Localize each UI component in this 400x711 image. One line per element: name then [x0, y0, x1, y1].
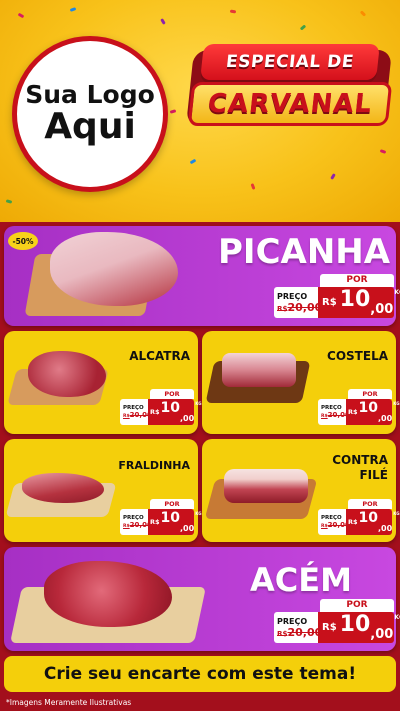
old-price-currency: R$	[123, 414, 130, 419]
product-name: COSTELA	[327, 349, 388, 363]
price-integer: 10	[358, 400, 379, 416]
confetti	[379, 149, 387, 154]
product-card-contra-file[interactable]: CONTRA FILÉ POR PREÇO R$20,00 R$ 10 ,00 …	[202, 439, 400, 542]
discount-badge: -50%	[8, 232, 38, 250]
price-integer: 10	[160, 510, 181, 526]
price-tag: POR PREÇO R$20,00 R$ 10 ,00 KG	[274, 599, 400, 643]
price-integer: 10	[160, 400, 181, 416]
unit-label: KG	[394, 614, 400, 621]
old-price-currency: R$	[123, 524, 130, 529]
por-label: POR	[348, 389, 392, 399]
price-integer: 10	[339, 612, 371, 637]
price-tag: POR PREÇO R$20,00 R$ 10 ,00 KG	[120, 499, 202, 535]
old-price: R$20,00	[123, 411, 152, 419]
disclaimer-footnote: *Imagens Meramente Ilustrativas	[6, 698, 132, 707]
price-decimal: ,00	[378, 414, 393, 423]
unit-label: KG	[393, 511, 400, 516]
badge-top-text: ESPECIAL DE	[225, 52, 355, 72]
badge-top: ESPECIAL DE	[200, 44, 380, 80]
product-name-block: CONTRA FILÉ	[332, 453, 388, 483]
old-price: R$20,00	[321, 521, 350, 529]
product-name: FRALDINHA	[118, 459, 190, 472]
product-name: ACÉM	[250, 561, 352, 599]
product-card-acem[interactable]: ACÉM POR PREÇO R$20,00 R$ 10 ,00 KG	[4, 547, 400, 651]
confetti	[189, 158, 197, 165]
price-integer: 10	[358, 510, 379, 526]
por-label: POR	[150, 499, 194, 509]
price-tag: POR PREÇO R$20,00 R$ 10 ,00 KG	[274, 274, 400, 318]
confetti	[5, 199, 13, 204]
product-name-line2: FILÉ	[359, 468, 388, 482]
confetti	[330, 173, 336, 180]
confetti	[69, 7, 77, 12]
currency-symbol: R$	[322, 622, 337, 633]
unit-label: KG	[394, 289, 400, 296]
cta-text: Crie seu encarte com este tema!	[43, 664, 357, 684]
por-label: POR	[348, 499, 392, 509]
price-decimal: ,00	[378, 524, 393, 533]
currency-symbol: R$	[150, 518, 160, 526]
product-card-picanha[interactable]: PICANHA POR PREÇO R$20,00 R$ 10 ,00 KG	[4, 226, 400, 326]
fraldinha-meat-image	[22, 473, 104, 503]
confetti	[299, 24, 307, 31]
confetti	[17, 12, 25, 19]
unit-label: KG	[195, 511, 202, 516]
logo-placeholder: Sua Logo Aqui	[12, 36, 168, 192]
preco-label: PREÇO	[277, 616, 308, 626]
currency-symbol: R$	[348, 408, 358, 416]
acem-meat-image	[44, 561, 172, 627]
por-label: POR	[320, 599, 394, 612]
old-price: R$20,00	[123, 521, 152, 529]
costela-meat-image	[222, 353, 296, 387]
old-price-currency: R$	[321, 414, 328, 419]
product-card-fraldinha[interactable]: FRALDINHA POR PREÇO R$20,00 R$ 10 ,00 KG	[4, 439, 202, 542]
cta-banner[interactable]: Crie seu encarte com este tema!	[4, 656, 396, 692]
product-card-costela[interactable]: COSTELA POR PREÇO R$20,00 R$ 10 ,00 KG	[202, 331, 400, 434]
price-tag: POR PREÇO R$20,00 R$ 10 ,00 KG	[120, 389, 202, 425]
price-decimal: ,00	[370, 627, 394, 642]
unit-label: KG	[195, 401, 202, 406]
currency-symbol: R$	[348, 518, 358, 526]
price-decimal: ,00	[180, 524, 195, 533]
badge-bottom: CARVANAL	[187, 82, 393, 126]
por-label: POR	[150, 389, 194, 399]
contra-file-meat-image	[224, 469, 308, 503]
header-banner: Sua Logo Aqui ESPECIAL DE CARVANAL	[0, 0, 400, 222]
currency-symbol: R$	[322, 297, 337, 308]
confetti	[160, 18, 166, 25]
price-tag: POR PREÇO R$20,00 R$ 10 ,00 KG	[318, 389, 400, 425]
logo-text-line1: Sua Logo	[25, 79, 155, 109]
product-name: PICANHA	[218, 232, 391, 272]
product-name: ALCATRA	[129, 349, 190, 363]
product-card-alcatra[interactable]: ALCATRA POR PREÇO R$20,00 R$ 10 ,00 KG	[4, 331, 202, 434]
logo-text-line2: Aqui	[44, 106, 136, 148]
confetti	[359, 10, 367, 17]
preco-label: PREÇO	[277, 291, 308, 301]
price-decimal: ,00	[180, 414, 195, 423]
por-label: POR	[320, 274, 394, 287]
old-price: R$20,00	[277, 626, 322, 639]
old-price-currency: R$	[277, 628, 288, 638]
old-price: R$20,00	[277, 301, 322, 314]
currency-symbol: R$	[150, 408, 160, 416]
old-price: R$20,00	[321, 411, 350, 419]
badge-bottom-text: CARVANAL	[206, 89, 374, 119]
price-tag: POR PREÇO R$20,00 R$ 10 ,00 KG	[318, 499, 400, 535]
unit-label: KG	[393, 401, 400, 406]
campaign-badge: ESPECIAL DE CARVANAL	[186, 44, 393, 130]
alcatra-meat-image	[28, 351, 106, 397]
confetti	[229, 9, 237, 14]
price-decimal: ,00	[370, 302, 394, 317]
confetti	[169, 109, 177, 114]
old-price-currency: R$	[321, 524, 328, 529]
confetti	[250, 183, 256, 190]
price-integer: 10	[339, 287, 371, 312]
picanha-meat-image	[50, 232, 178, 306]
product-name-line1: CONTRA	[332, 453, 388, 467]
old-price-currency: R$	[277, 303, 288, 313]
